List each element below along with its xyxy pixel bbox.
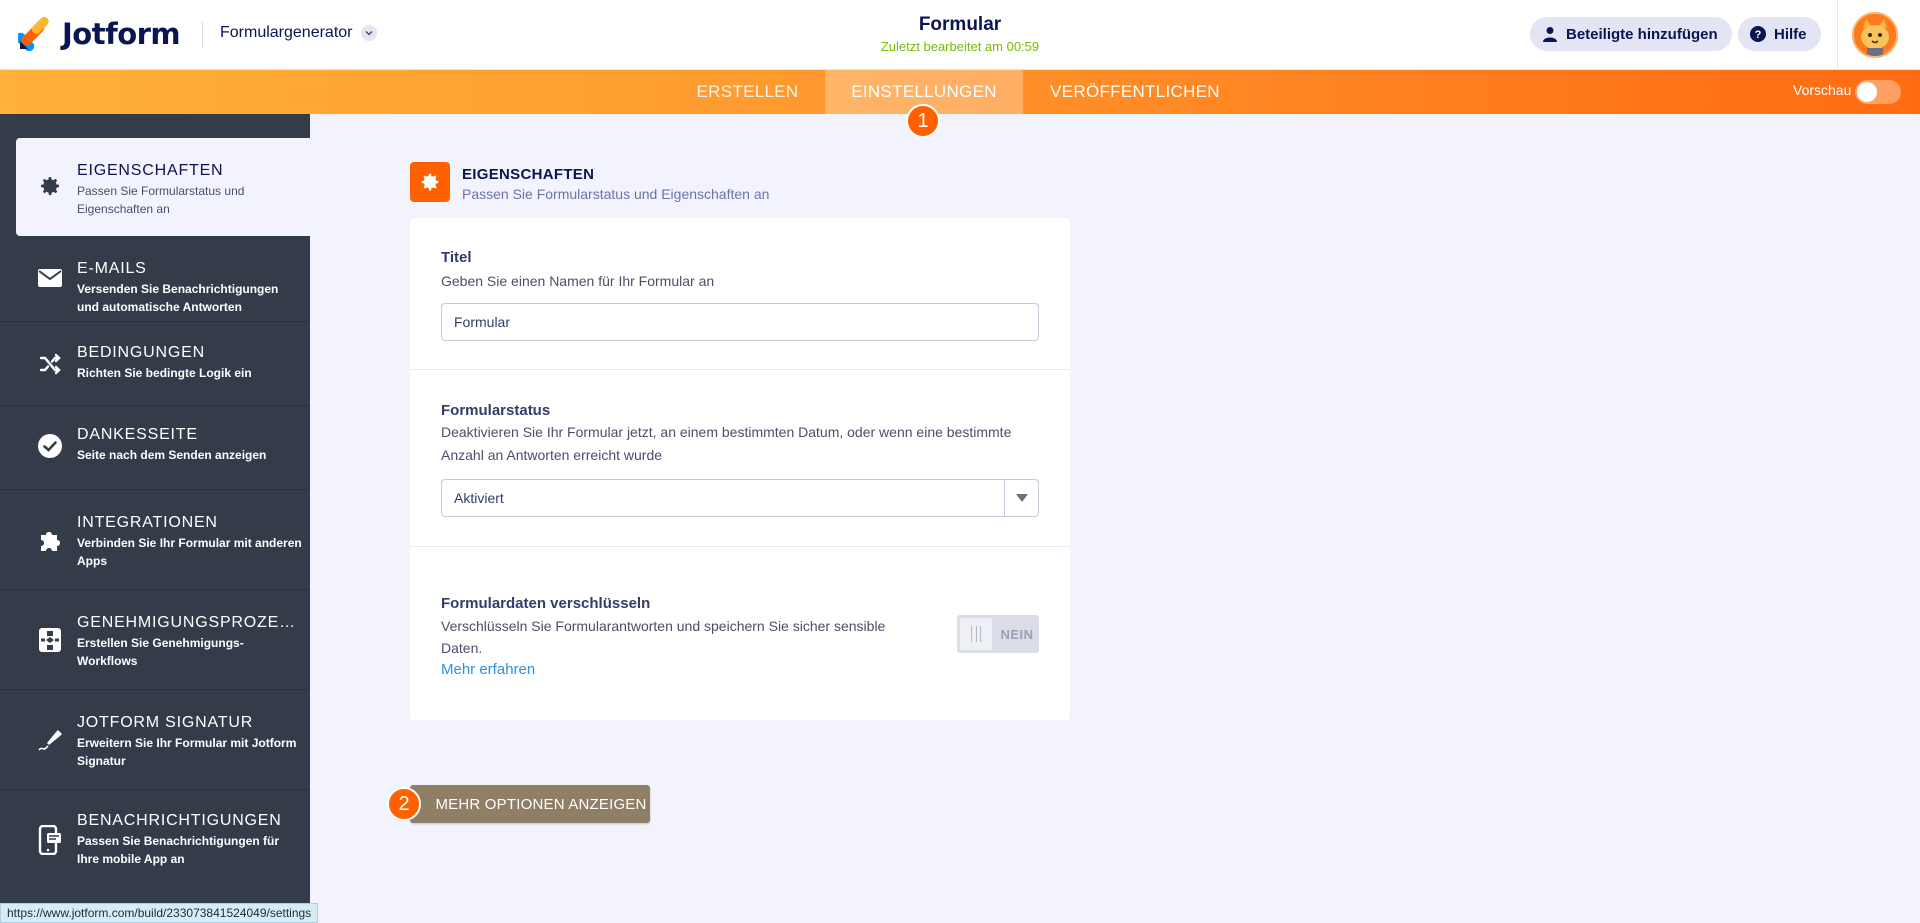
form-title-area: Formular Zuletzt bearbeitet am 00:59 xyxy=(760,14,1160,54)
status-setting-row: Formularstatus Deaktivieren Sie Ihr Form… xyxy=(410,370,1070,547)
encrypt-toggle-label: NEIN xyxy=(1000,626,1034,642)
sidebar-item-conditions[interactable]: BEDINGUNGEN Richten Sie bedingte Logik e… xyxy=(0,322,310,406)
app-header: Jotform Formulargenerator Formular Zulet… xyxy=(0,0,1920,70)
sidebar-item-desc: Erstellen Sie Genehmigungs-Workflows xyxy=(77,636,244,668)
jotform-logo[interactable]: Jotform xyxy=(15,14,181,54)
sidebar-item-thankyou[interactable]: DANKESSEITE Seite nach dem Senden anzeig… xyxy=(0,406,310,490)
mobile-notification-icon xyxy=(36,825,64,855)
main-tab-bar: ERSTELLEN EINSTELLUNGEN VERÖFFENTLICHEN … xyxy=(0,70,1920,114)
encrypt-label: Formulardaten verschlüsseln xyxy=(441,595,651,612)
sidebar-item-notifications[interactable]: BENACHRICHTIGUNGEN Passen Sie Benachrich… xyxy=(0,790,310,890)
header-divider-right xyxy=(1837,0,1838,70)
puzzle-icon xyxy=(36,526,64,554)
signature-pen-icon xyxy=(36,726,64,754)
preview-toggle-knob xyxy=(1857,82,1877,102)
jotform-logo-icon xyxy=(15,16,52,52)
step-marker-1: 1 xyxy=(906,104,940,138)
browser-status-url: https://www.jotform.com/build/2330738415… xyxy=(0,903,319,923)
settings-sidebar: EIGENSCHAFTEN Passen Sie Formularstatus … xyxy=(0,114,310,923)
sidebar-item-title: BENACHRICHTIGUNGEN xyxy=(77,812,282,829)
sidebar-item-title: JOTFORM SIGNATUR xyxy=(77,714,254,731)
show-more-options-button[interactable]: MEHR OPTIONEN ANZEIGEN xyxy=(410,785,650,823)
sidebar-item-signature[interactable]: JOTFORM SIGNATUR Erweitern Sie Ihr Formu… xyxy=(0,690,310,790)
last-edited-text: Zuletzt bearbeitet am 00:59 xyxy=(880,39,1040,54)
sidebar-item-desc: Richten Sie bedingte Logik ein xyxy=(77,366,252,380)
form-generator-dropdown[interactable]: Formulargenerator xyxy=(220,24,377,42)
sidebar-item-desc: Erweitern Sie Ihr Formular mit Jotform S… xyxy=(77,736,297,768)
title-description: Geben Sie einen Namen für Ihr Formular a… xyxy=(441,273,715,289)
sidebar-item-desc: Seite nach dem Senden anzeigen xyxy=(77,448,267,462)
status-label: Formularstatus xyxy=(441,402,551,419)
tab-create[interactable]: ERSTELLEN xyxy=(680,70,815,114)
status-selected-value: Aktiviert xyxy=(454,490,504,506)
learn-more-link[interactable]: Mehr erfahren xyxy=(441,661,535,678)
status-description: Deaktivieren Sie Ihr Formular jetzt, an … xyxy=(441,424,1012,463)
sidebar-item-desc: Versenden Sie Benachrichtigungen und aut… xyxy=(77,282,279,314)
sidebar-item-title: BEDINGUNGEN xyxy=(77,344,205,361)
chevron-down-icon xyxy=(360,25,377,41)
logo-text: Jotform xyxy=(62,17,181,51)
preview-toggle[interactable] xyxy=(1855,80,1901,104)
add-participants-button[interactable]: Beteiligte hinzufügen xyxy=(1530,17,1732,51)
sidebar-item-title: INTEGRATIONEN xyxy=(77,514,218,531)
gear-icon xyxy=(410,162,450,202)
form-title[interactable]: Formular xyxy=(760,14,1160,36)
section-subtitle: Passen Sie Formularstatus und Eigenschaf… xyxy=(462,186,770,202)
sidebar-item-title: GENEHMIGUNGSPROZES... xyxy=(77,614,302,631)
properties-card: Titel Geben Sie einen Namen für Ihr Form… xyxy=(410,218,1070,720)
sidebar-item-desc: Passen Sie Formularstatus und Eigenschaf… xyxy=(77,184,245,216)
sidebar-item-integrations[interactable]: INTEGRATIONEN Verbinden Sie Ihr Formular… xyxy=(0,490,310,590)
envelope-icon xyxy=(36,264,64,292)
step-marker-2: 2 xyxy=(387,787,421,821)
title-label: Titel xyxy=(441,249,472,266)
preview-label: Vorschau xyxy=(1793,82,1852,98)
user-icon xyxy=(1542,26,1558,42)
toggle-handle-icon xyxy=(960,618,992,650)
title-setting-row: Titel Geben Sie einen Namen für Ihr Form… xyxy=(410,218,1070,370)
workflow-icon xyxy=(36,626,64,654)
sidebar-item-desc: Verbinden Sie Ihr Formular mit anderen A… xyxy=(77,536,302,568)
status-select[interactable]: Aktiviert xyxy=(441,479,1039,517)
gear-icon xyxy=(36,172,64,200)
section-title: EIGENSCHAFTEN xyxy=(462,166,595,183)
help-button[interactable]: ? Hilfe xyxy=(1738,17,1821,51)
generator-label: Formulargenerator xyxy=(220,24,353,41)
sidebar-item-properties[interactable]: EIGENSCHAFTEN Passen Sie Formularstatus … xyxy=(16,138,310,236)
tab-publish[interactable]: VERÖFFENTLICHEN xyxy=(1035,70,1235,114)
title-input[interactable]: Formular xyxy=(441,303,1039,341)
encrypt-toggle[interactable]: NEIN xyxy=(957,615,1039,653)
help-label: Hilfe xyxy=(1774,25,1807,43)
sidebar-item-title: DANKESSEITE xyxy=(77,426,198,443)
user-avatar[interactable] xyxy=(1852,12,1898,58)
header-divider xyxy=(202,22,203,48)
shuffle-icon xyxy=(36,350,64,378)
sidebar-item-title: EIGENSCHAFTEN xyxy=(77,162,224,179)
svg-text:?: ? xyxy=(1755,29,1762,41)
add-participants-label: Beteiligte hinzufügen xyxy=(1566,25,1718,43)
sidebar-item-approvals[interactable]: GENEHMIGUNGSPROZES... Erstellen Sie Gene… xyxy=(0,590,310,690)
question-icon: ? xyxy=(1750,26,1766,42)
triangle-down-icon xyxy=(1004,480,1038,516)
encrypt-description: Verschlüsseln Sie Formularantworten und … xyxy=(441,618,886,656)
sidebar-item-emails[interactable]: E-MAILS Versenden Sie Benachrichtigungen… xyxy=(0,238,310,322)
sidebar-item-title: E-MAILS xyxy=(77,260,147,277)
check-circle-icon xyxy=(36,432,64,460)
sidebar-item-desc: Passen Sie Benachrichtigungen für Ihre m… xyxy=(77,834,280,866)
